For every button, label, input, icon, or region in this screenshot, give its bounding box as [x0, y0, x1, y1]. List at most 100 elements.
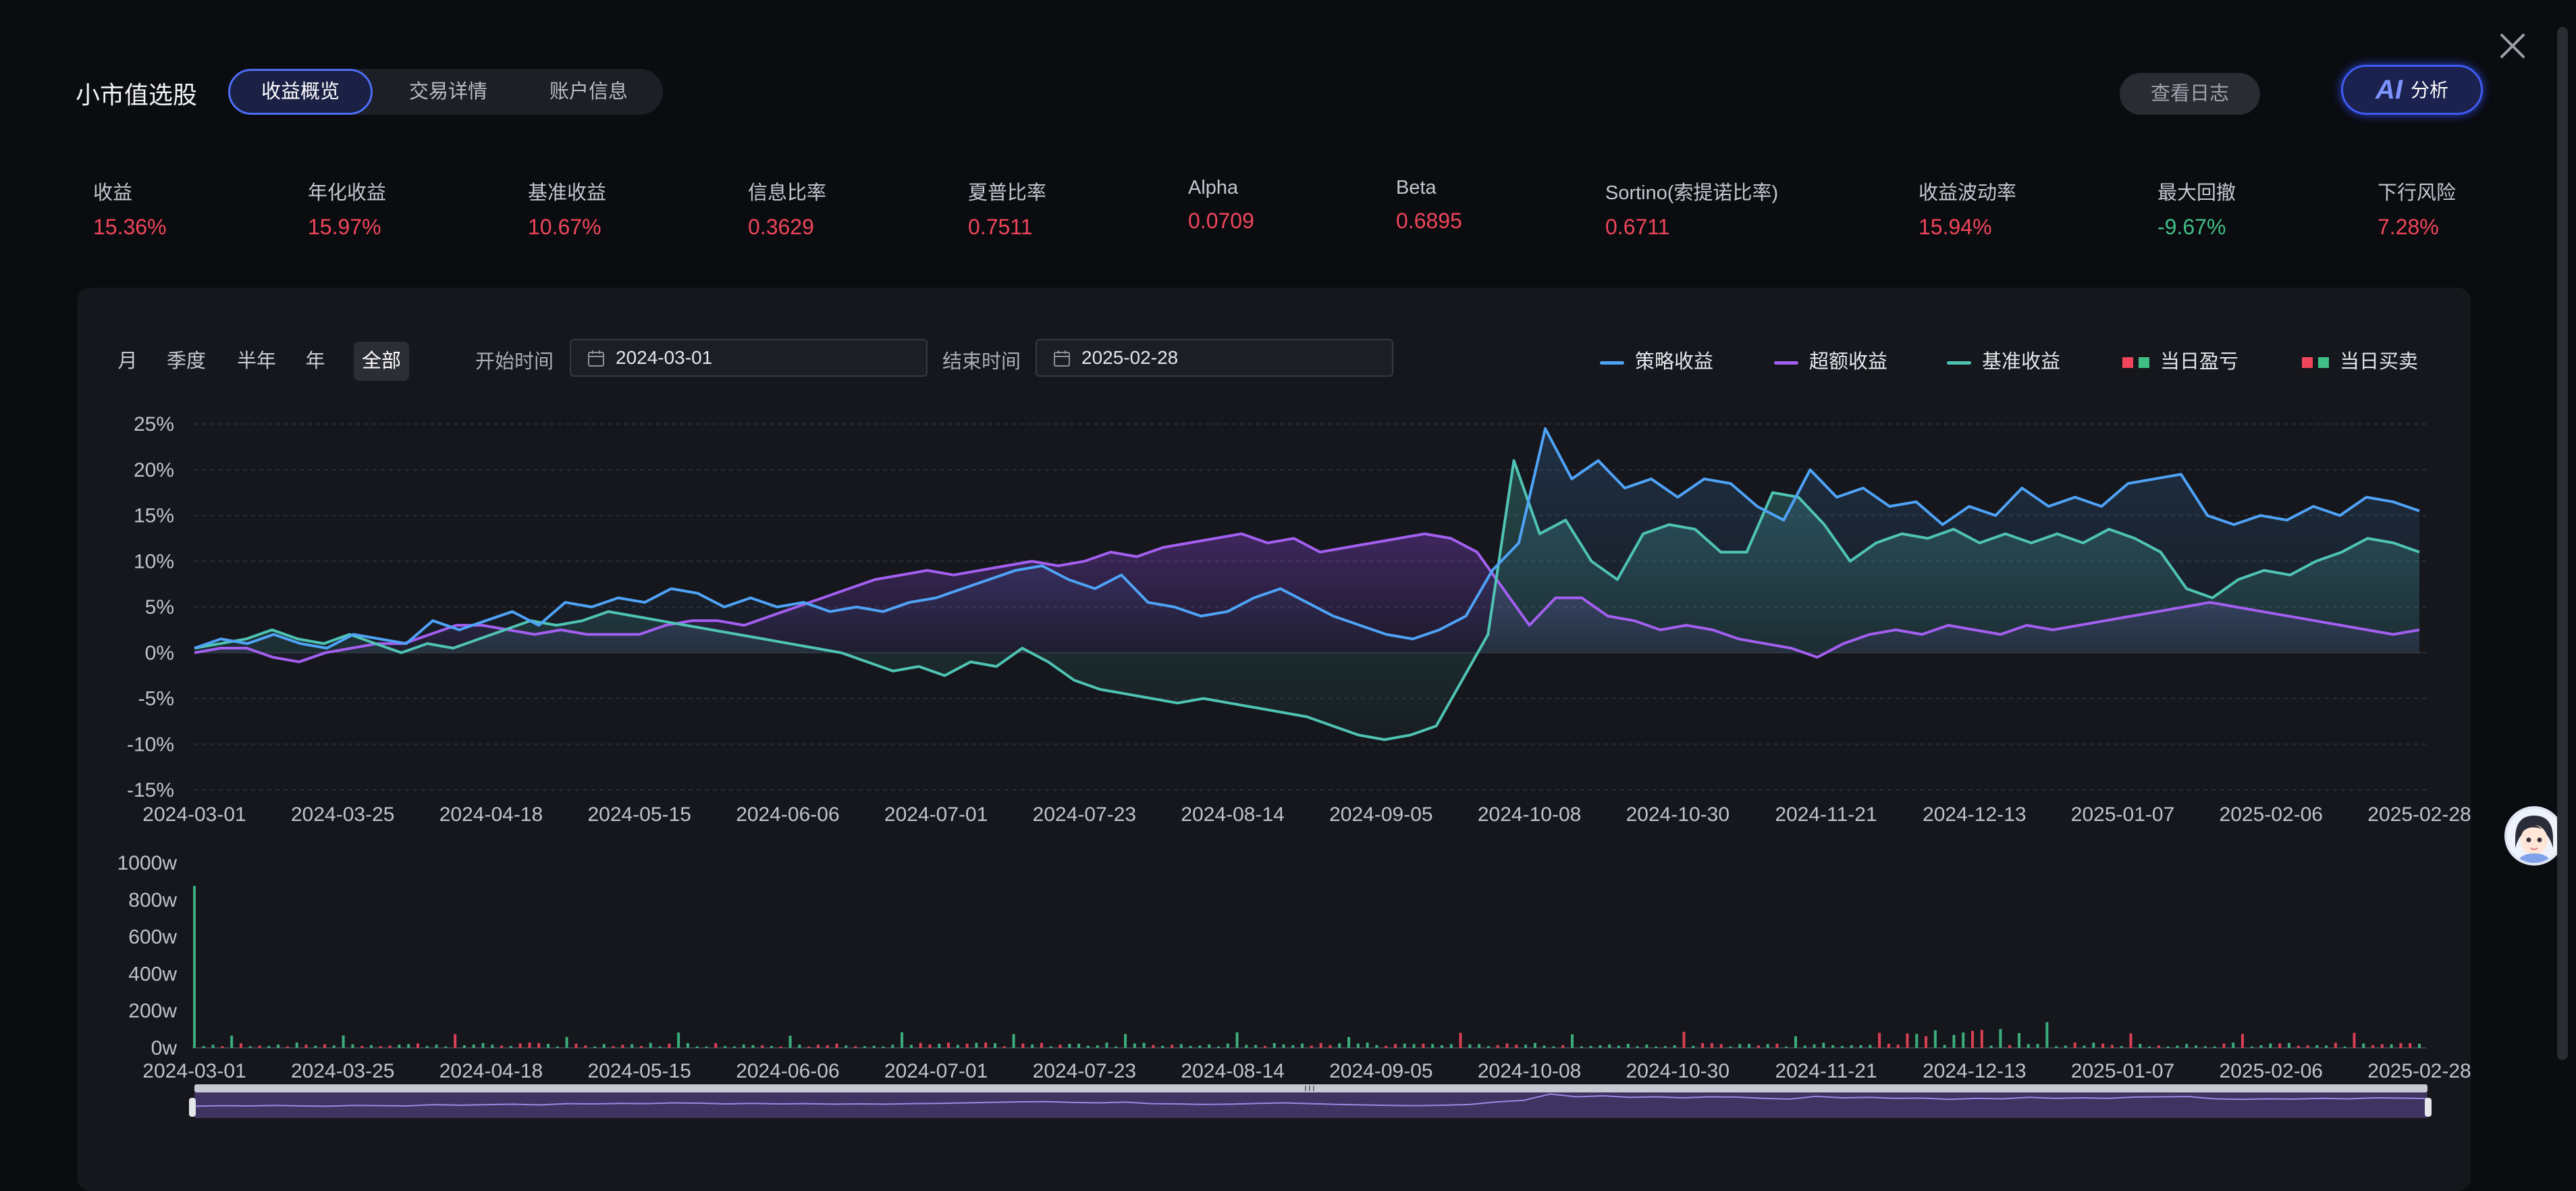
volume-bar: [1906, 1033, 1909, 1048]
x-tick-label: 2024-03-01: [142, 1060, 246, 1082]
x-tick-label: 2024-07-01: [884, 1060, 988, 1082]
volume-bar: [248, 1046, 252, 1048]
volume-bar: [1561, 1044, 1565, 1048]
volume-bar: [2203, 1046, 2207, 1048]
volume-bar: [1663, 1046, 1667, 1048]
volume-bar: [2120, 1046, 2123, 1048]
x-tick-label: 2025-02-28: [2367, 803, 2471, 826]
volume-bar: [1272, 1042, 1276, 1048]
volume-bar: [1971, 1030, 1975, 1048]
volume-bar: [425, 1046, 429, 1048]
volume-bar: [2195, 1045, 2198, 1048]
range-handle-right[interactable]: [2425, 1098, 2432, 1117]
volume-bar: [947, 1042, 950, 1048]
y-tick-label: 200w: [128, 1000, 177, 1022]
volume-bar: [342, 1035, 345, 1048]
volume-bar: [835, 1043, 838, 1048]
volume-bar: [1794, 1036, 1798, 1048]
volume-bar: [1301, 1043, 1304, 1048]
volume-bar: [1682, 1032, 1686, 1048]
volume-bar: [1869, 1044, 1872, 1048]
volume-bar: [695, 1046, 699, 1048]
volume-bar: [1486, 1046, 1490, 1048]
volume-bar: [965, 1043, 969, 1048]
assistant-avatar[interactable]: [2504, 806, 2564, 866]
volume-bar: [1040, 1042, 1043, 1048]
volume-bar: [1813, 1044, 1816, 1048]
volume-bar: [2083, 1045, 2086, 1048]
volume-bar: [1803, 1045, 1806, 1048]
volume-bar: [621, 1044, 624, 1048]
volume-bar: [770, 1046, 774, 1048]
volume-bar: [416, 1043, 419, 1048]
y-tick-label: 0w: [151, 1037, 178, 1059]
y-tick-label: 0%: [145, 642, 174, 664]
avatar-face-icon: [2507, 809, 2561, 863]
volume-bar: [1738, 1044, 1742, 1048]
volume-y-axis: 1000w 800w 600w 400w 200w 0w: [117, 852, 178, 1059]
volume-bar: [872, 1045, 876, 1048]
volume-bar: [398, 1044, 401, 1048]
range-slider[interactable]: [189, 1084, 2432, 1118]
range-handle-left[interactable]: [189, 1098, 196, 1117]
volume-bar: [779, 1046, 782, 1048]
window-scrollbar[interactable]: [2557, 27, 2568, 1060]
volume-bar: [1701, 1042, 1705, 1048]
volume-bar: [528, 1042, 531, 1048]
volume-bar: [537, 1042, 541, 1048]
y-tick-label: 25%: [134, 413, 174, 435]
volume-x-axis: 2024-03-01 2024-03-25 2024-04-18 2024-05-15…: [142, 1060, 2471, 1082]
volume-bar: [323, 1044, 327, 1048]
x-tick-label: 2024-07-01: [884, 803, 988, 826]
volume-bar: [1431, 1044, 1434, 1048]
x-tick-label: 2024-03-01: [142, 803, 246, 826]
y-tick-label: -10%: [127, 733, 174, 756]
volume-bar: [1933, 1030, 1937, 1048]
volume-bar: [2027, 1044, 2030, 1048]
volume-bar: [788, 1035, 792, 1048]
volume-bar: [724, 1046, 727, 1048]
volume-bar: [1161, 1045, 1164, 1048]
x-tick-label: 2024-03-25: [291, 803, 394, 826]
volume-bar: [1608, 1044, 1611, 1048]
volume-bar: [2139, 1044, 2142, 1048]
volume-bar: [593, 1046, 597, 1048]
volume-bar: [239, 1043, 242, 1048]
volume-bar: [2278, 1043, 2282, 1048]
x-tick-label: 2024-08-14: [1181, 1060, 1284, 1082]
volume-bar: [854, 1046, 857, 1048]
volume-bar: [1077, 1043, 1081, 1048]
volume-bar: [1887, 1043, 1890, 1048]
volume-bar: [2306, 1045, 2309, 1048]
volume-bar: [2315, 1044, 2319, 1048]
volume-bar: [909, 1044, 913, 1048]
volume-bar: [2409, 1042, 2412, 1048]
volume-bar: [1245, 1044, 1248, 1048]
volume-bar: [761, 1045, 764, 1048]
returns-chart[interactable]: 25%20%15%10%5%0%-5%-10%-15% 2024-03-01 20…: [0, 0, 2576, 1191]
volume-bar: [1189, 1046, 1192, 1048]
volume-bar: [1347, 1036, 1351, 1048]
volume-bar: [1589, 1046, 1592, 1048]
volume-bar: [612, 1046, 615, 1048]
volume-bar: [1385, 1046, 1388, 1048]
volume-bar: [649, 1042, 652, 1048]
volume-bar: [2036, 1044, 2039, 1048]
x-tick-label: 2024-07-23: [1033, 803, 1136, 826]
x-tick-label: 2025-01-07: [2071, 803, 2174, 826]
x-tick-label: 2024-05-15: [587, 803, 691, 826]
volume-bar: [1319, 1042, 1322, 1048]
volume-bar: [901, 1032, 904, 1048]
volume-bar: [658, 1046, 662, 1048]
volume-bar: [2287, 1042, 2290, 1048]
volume-bar: [1840, 1046, 1844, 1048]
x-tick-label: 2024-10-08: [1478, 803, 1581, 826]
volume-bar: [1096, 1045, 1099, 1048]
volume-bar: [714, 1043, 718, 1048]
y-tick-label: -15%: [127, 779, 174, 801]
volume-bar: [518, 1043, 522, 1048]
volume-bar: [1422, 1043, 1425, 1048]
volume-bar: [1412, 1044, 1416, 1048]
volume-bar: [388, 1045, 392, 1048]
x-tick-label: 2024-06-06: [736, 1060, 839, 1082]
